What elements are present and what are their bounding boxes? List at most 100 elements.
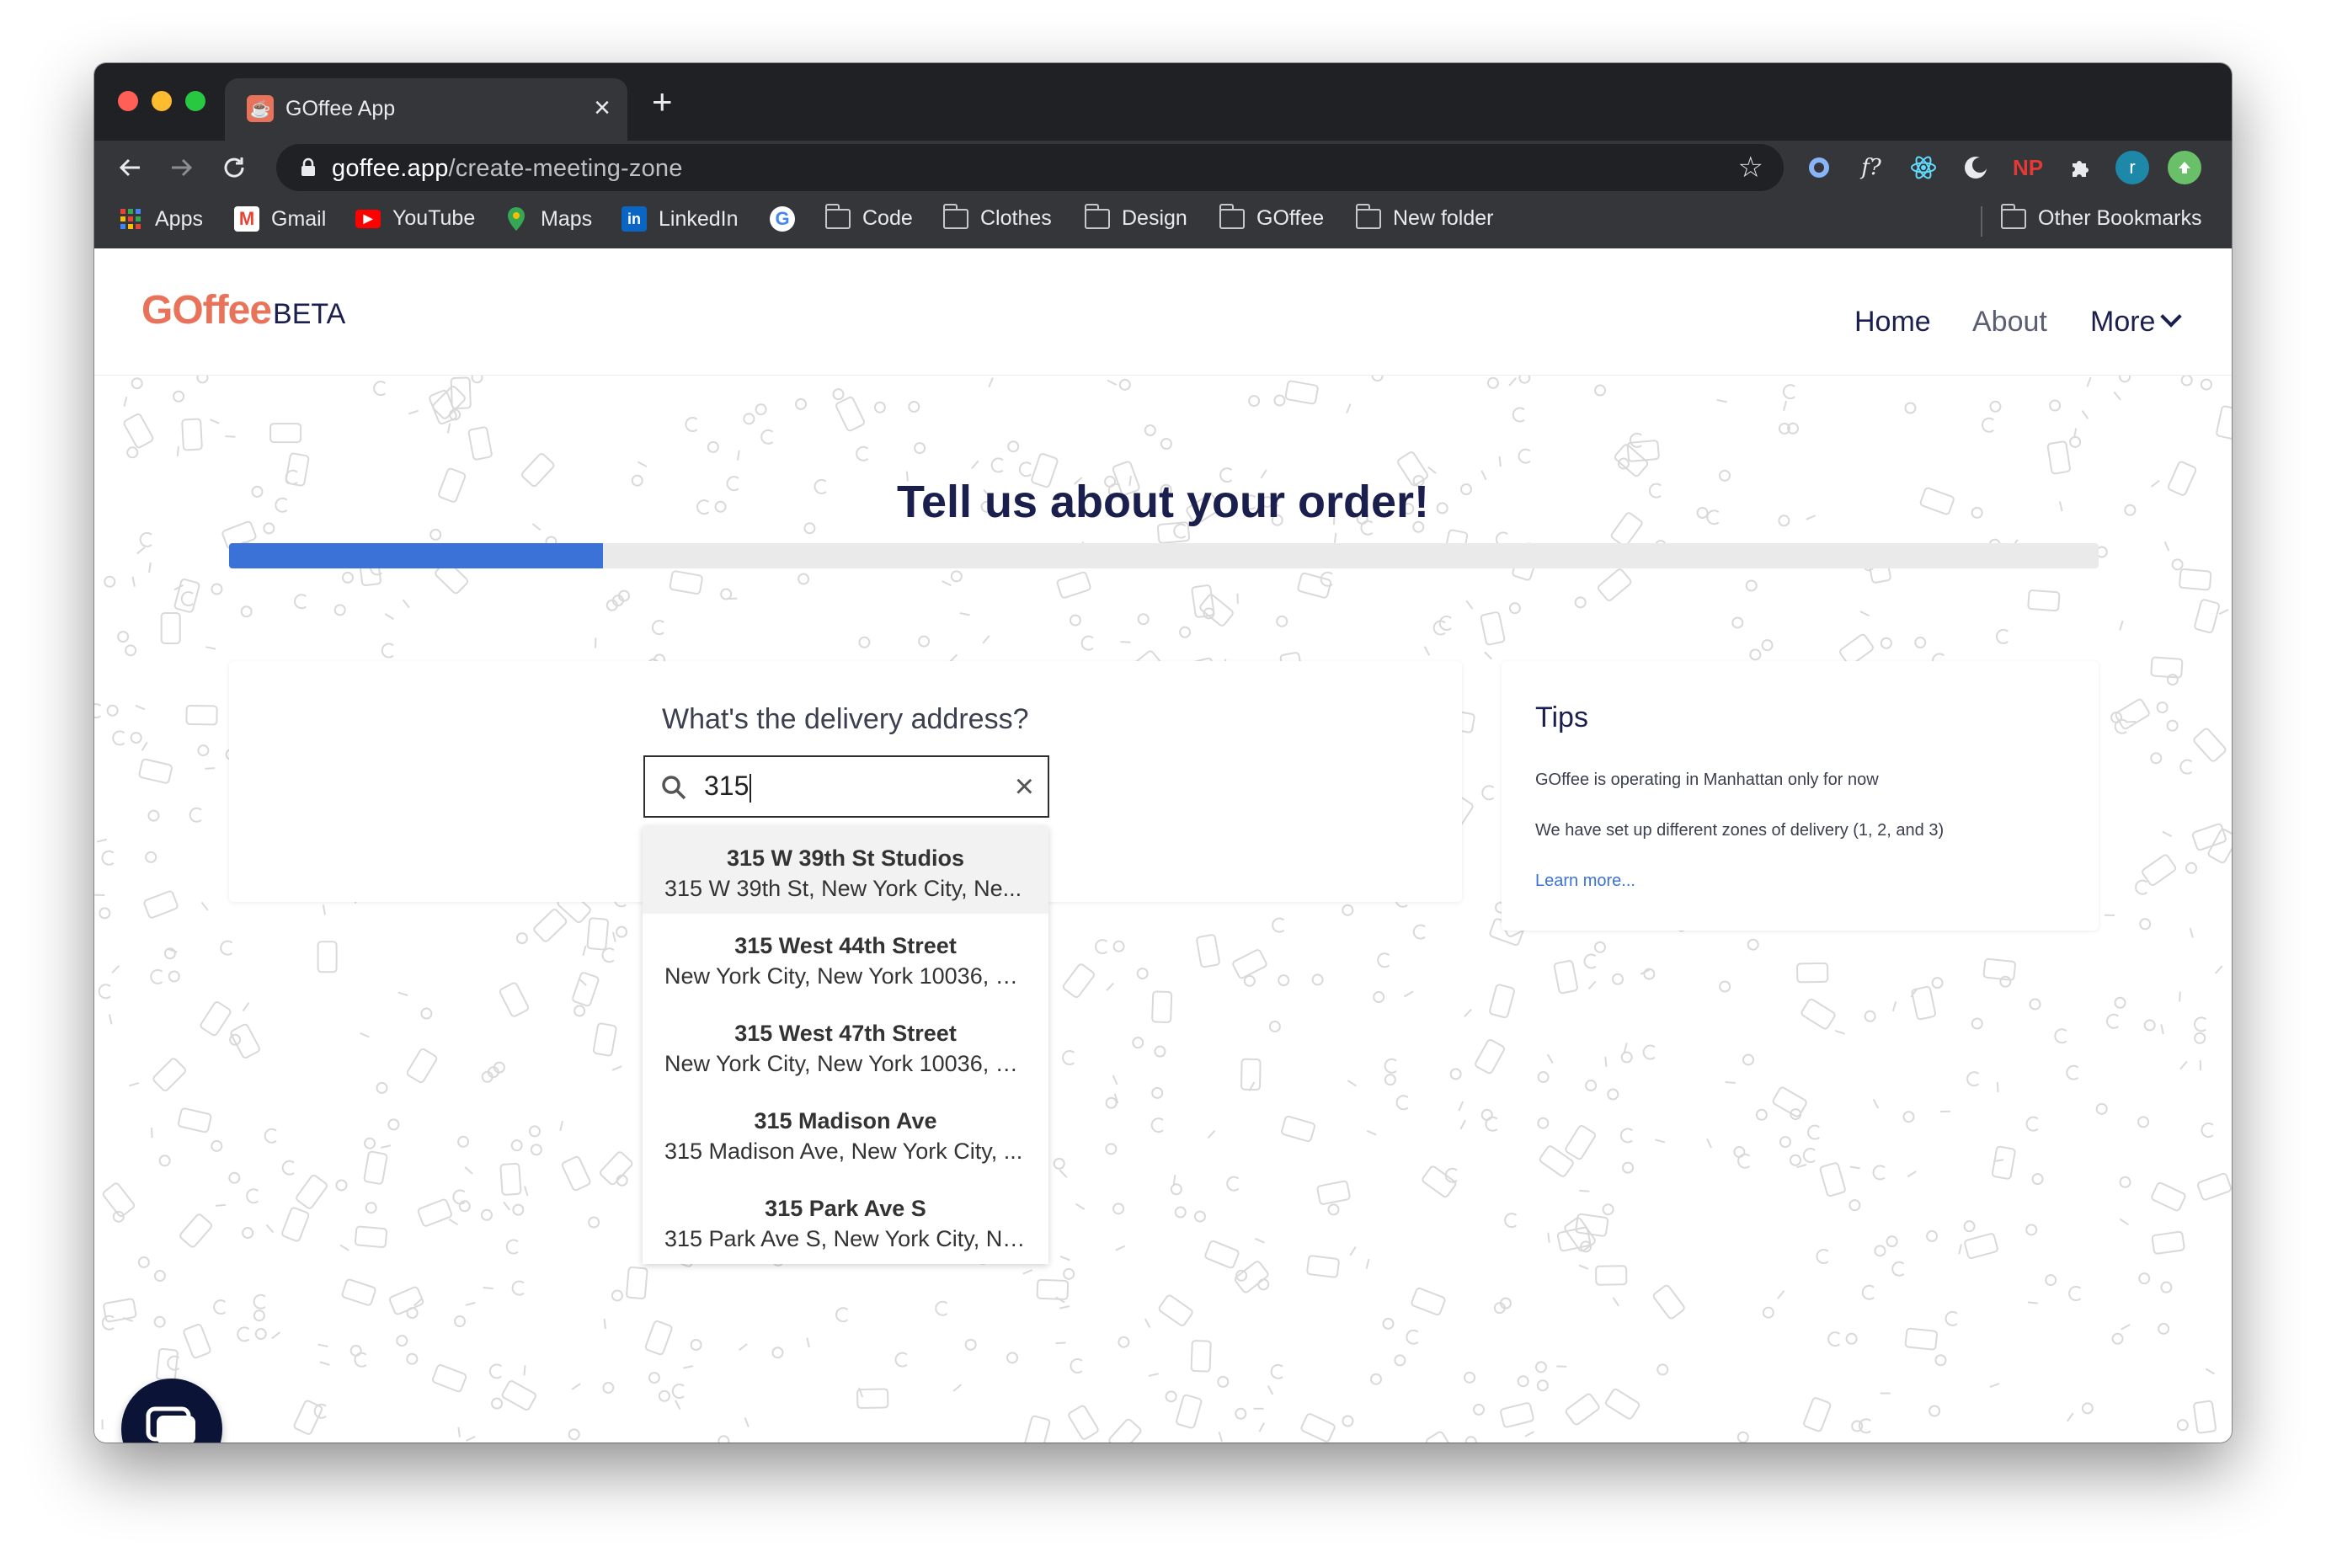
learn-more-link[interactable]: Learn more... xyxy=(1535,872,1635,891)
pattern-shape xyxy=(1105,1096,1118,1109)
pattern-shape xyxy=(1371,375,1384,382)
pattern-shape xyxy=(158,1155,171,1167)
pattern-shape xyxy=(856,445,869,461)
reload-icon[interactable] xyxy=(214,147,254,188)
pattern-shape xyxy=(2045,1274,2057,1287)
google-icon: G xyxy=(770,206,795,232)
pattern-shape xyxy=(964,1338,977,1351)
bookmark-maps[interactable]: Maps xyxy=(504,206,592,232)
pattern-shape xyxy=(1144,424,1156,436)
pattern-shape xyxy=(1217,1375,1230,1388)
bookmark-folder-new[interactable]: New folder xyxy=(1356,203,1494,231)
suggestion-item[interactable]: 315 West 44th Street New York City, New … xyxy=(643,914,1048,1001)
pattern-shape xyxy=(1267,1384,1274,1395)
back-arrow-icon[interactable] xyxy=(109,147,150,188)
pattern-shape xyxy=(1464,1008,1472,1018)
bookmark-folder-clothes[interactable]: Clothes xyxy=(943,203,1052,231)
nav-about[interactable]: About xyxy=(1972,306,2047,339)
react-devtools-icon[interactable] xyxy=(1907,151,1940,184)
pattern-shape xyxy=(1118,1336,1130,1348)
tab-close-icon[interactable]: × xyxy=(594,92,611,124)
bookmark-linkedin[interactable]: in LinkedIn xyxy=(622,206,739,232)
browser-tab[interactable]: ☕ GOffee App × xyxy=(225,78,627,141)
pattern-shape xyxy=(242,1227,254,1240)
new-tab-button[interactable]: + xyxy=(652,83,673,120)
pattern-shape xyxy=(573,1005,586,1017)
pattern-shape xyxy=(130,732,142,744)
bookmark-folder-design[interactable]: Design xyxy=(1085,203,1187,231)
nav-home[interactable]: Home xyxy=(1854,306,1931,339)
pattern-shape xyxy=(2166,719,2179,732)
pattern-shape xyxy=(1438,616,1452,631)
pattern-shape xyxy=(2121,1324,2131,1331)
suggestion-item[interactable]: 315 West 47th Street New York City, New … xyxy=(643,1001,1048,1089)
pattern-shape xyxy=(1880,637,1892,649)
pattern-shape xyxy=(360,1032,370,1038)
pattern-shape xyxy=(524,1186,529,1197)
pattern-shape xyxy=(1587,980,1597,989)
pattern-shape xyxy=(683,1365,694,1369)
bookmark-google[interactable]: G xyxy=(770,206,807,232)
pattern-shape xyxy=(499,982,530,1017)
pattern-shape xyxy=(2214,965,2223,974)
suggestion-item[interactable]: 315 Park Ave S 315 Park Ave S, New York … xyxy=(643,1176,1048,1264)
profile-avatar[interactable]: r xyxy=(2115,151,2149,184)
bookmark-apps[interactable]: Apps xyxy=(118,206,203,232)
pattern-shape xyxy=(1512,407,1525,423)
minimize-window-button[interactable] xyxy=(152,91,172,111)
pattern-shape xyxy=(1716,398,1727,403)
bookmark-folder-goffee[interactable]: GOffee xyxy=(1219,203,1324,231)
address-question: What's the delivery address? xyxy=(662,703,1029,735)
pattern-shape xyxy=(253,1293,266,1309)
update-icon[interactable] xyxy=(2168,151,2201,184)
extension-moon-icon[interactable] xyxy=(1959,151,1993,184)
forward-arrow-icon[interactable] xyxy=(162,147,202,188)
bookmark-gmail[interactable]: M Gmail xyxy=(234,206,326,232)
pattern-shape xyxy=(294,594,307,610)
pattern-shape xyxy=(1243,974,1256,987)
pattern-shape xyxy=(611,1065,622,1071)
pattern-shape xyxy=(101,1315,115,1331)
pattern-shape xyxy=(1425,1431,1457,1443)
pattern-shape xyxy=(2151,1181,2186,1212)
pattern-shape xyxy=(720,588,733,600)
extension-formula-icon[interactable]: f? xyxy=(1854,151,1888,184)
pattern-shape xyxy=(420,1007,433,1020)
pattern-shape xyxy=(2027,589,2061,612)
suggestion-item[interactable]: 315 W 39th St Studios 315 W 39th St, New… xyxy=(643,826,1048,914)
extensions-puzzle-icon[interactable] xyxy=(2063,151,2097,184)
extension-circle-icon[interactable] xyxy=(1802,151,1836,184)
pattern-shape xyxy=(2191,823,2227,851)
chat-icon xyxy=(146,1406,195,1443)
maximize-window-button[interactable] xyxy=(185,91,205,111)
pattern-shape xyxy=(1158,1294,1193,1326)
extension-np-icon[interactable]: NP xyxy=(2011,151,2045,184)
pattern-shape xyxy=(1106,982,1115,991)
pattern-shape xyxy=(384,613,394,621)
bookmark-youtube[interactable]: ▶ YouTube xyxy=(355,206,475,231)
pattern-shape xyxy=(363,1150,388,1185)
pattern-shape xyxy=(1472,1403,1485,1416)
address-search-input[interactable]: 315 × xyxy=(643,755,1049,818)
pattern-shape xyxy=(2200,378,2212,391)
folder-icon xyxy=(825,203,851,229)
close-window-button[interactable] xyxy=(118,91,138,111)
bookmark-folder-code[interactable]: Code xyxy=(825,203,913,231)
pattern-shape xyxy=(1652,1284,1685,1320)
pattern-shape xyxy=(1934,1354,1947,1367)
nav-more[interactable]: More xyxy=(2090,306,2183,339)
logo[interactable]: GOffee BETA xyxy=(141,287,345,333)
bookmark-other[interactable]: Other Bookmarks xyxy=(2001,203,2202,231)
pattern-shape xyxy=(1484,651,1493,660)
goffee-favicon-icon: ☕ xyxy=(247,95,274,122)
pattern-shape xyxy=(1255,1237,1265,1244)
star-icon[interactable]: ☆ xyxy=(1738,152,1763,184)
pattern-shape xyxy=(1574,596,1587,609)
close-icon[interactable]: × xyxy=(1015,769,1034,804)
pattern-shape xyxy=(873,401,886,413)
suggestion-item[interactable]: 315 Madison Ave 315 Madison Ave, New Yor… xyxy=(643,1089,1048,1176)
pattern-shape xyxy=(528,1125,541,1138)
pattern-shape xyxy=(145,851,157,863)
pattern-shape xyxy=(96,838,108,843)
address-bar[interactable]: goffee.app/create-meeting-zone ☆ xyxy=(276,144,1784,191)
